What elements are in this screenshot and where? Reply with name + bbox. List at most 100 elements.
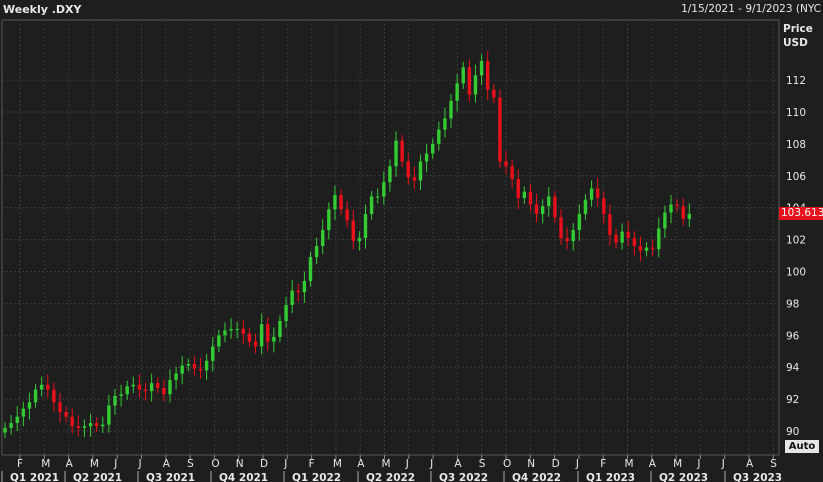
date-range[interactable]: 1/15/2021 - 9/1/2023 (NYC xyxy=(681,3,821,15)
candle-body xyxy=(657,228,661,250)
candle-body xyxy=(156,383,160,388)
chart-title: Weekly .DXY xyxy=(3,3,82,16)
candle-body xyxy=(626,231,630,239)
x-month-label: N xyxy=(527,458,535,470)
last-price-tag: 103.613 xyxy=(779,207,823,220)
chart-window: 9092949698100102104106108110112FMAMJJASO… xyxy=(0,0,823,482)
candle-body xyxy=(479,60,484,76)
candle-body xyxy=(577,214,582,231)
x-month-label: N xyxy=(236,458,244,470)
x-quarter-label: Q1 2022 xyxy=(292,472,341,482)
candle-body xyxy=(510,166,514,179)
x-quarter-label: Q1 2021 xyxy=(10,472,59,482)
candle-body xyxy=(327,209,331,231)
y-tick-label: 108 xyxy=(786,139,806,151)
candle-body xyxy=(498,97,502,162)
candle-body xyxy=(583,199,588,215)
candle-body xyxy=(565,238,569,242)
currency-axis-label: USD xyxy=(783,37,808,49)
x-month-label: J xyxy=(429,458,433,470)
candle-body xyxy=(528,191,533,205)
candle-body xyxy=(235,328,239,330)
candle-body xyxy=(553,196,557,218)
x-month-label: J xyxy=(405,458,409,470)
plot-area xyxy=(1,19,780,456)
x-quarter-label: Q2 2022 xyxy=(366,472,415,482)
x-month-label: F xyxy=(600,458,606,470)
candle-body xyxy=(247,333,252,342)
candle-body xyxy=(363,214,368,239)
y-tick-label: 102 xyxy=(786,235,806,247)
candle-body xyxy=(290,290,294,305)
candle-body xyxy=(412,177,417,181)
x-month-label: S xyxy=(479,458,486,470)
candle-body xyxy=(94,423,99,427)
x-quarter-label: Q4 2022 xyxy=(512,472,561,482)
x-month-label: S xyxy=(187,458,194,470)
x-quarter-label: Q1 2023 xyxy=(586,472,635,482)
y-tick-label: 98 xyxy=(786,298,799,310)
candle-body xyxy=(88,423,93,427)
candle-body xyxy=(296,290,300,293)
x-month-label: A xyxy=(746,458,754,470)
x-quarter-label: Q2 2023 xyxy=(659,472,708,482)
candle-body xyxy=(620,231,624,243)
candle-body xyxy=(223,330,227,336)
candle-body xyxy=(333,194,337,210)
candle-body xyxy=(687,214,692,219)
candle-body xyxy=(492,89,496,98)
candle-body xyxy=(522,191,527,199)
candle-body xyxy=(82,426,87,428)
auto-scale-button[interactable]: Auto xyxy=(785,440,819,453)
y-tick-label: 100 xyxy=(786,267,806,279)
candle-body xyxy=(15,416,19,424)
candle-body xyxy=(272,336,276,342)
candle-body xyxy=(64,411,68,417)
x-month-label: D xyxy=(260,458,268,470)
candle-body xyxy=(186,364,190,366)
candle-body xyxy=(669,204,673,213)
x-month-label: A xyxy=(649,458,657,470)
x-quarter-label: Q3 2023 xyxy=(733,472,782,482)
candle-body xyxy=(675,204,679,207)
candle-body xyxy=(406,161,410,178)
candle-body xyxy=(547,196,551,207)
x-month-label: J xyxy=(575,458,579,470)
candle-body xyxy=(266,324,270,342)
x-quarter-label: Q3 2022 xyxy=(439,472,488,482)
candle-body xyxy=(241,328,245,334)
candle-body xyxy=(33,389,38,403)
candle-body xyxy=(21,408,26,417)
candle-body xyxy=(52,389,56,403)
x-month-label: O xyxy=(503,458,511,470)
candle-body xyxy=(644,247,649,251)
x-month-label: A xyxy=(163,458,171,470)
candle-body xyxy=(602,198,606,215)
x-month-label: M xyxy=(333,458,342,470)
y-tick-label: 110 xyxy=(786,107,806,119)
candle-body xyxy=(137,384,142,390)
x-month-label: J xyxy=(721,458,725,470)
candle-body xyxy=(46,384,50,390)
chart-canvas: 9092949698100102104106108110112FMAMJJASO… xyxy=(1,19,806,482)
candle-body xyxy=(284,304,288,321)
x-month-label: J xyxy=(113,458,117,470)
x-month-label: A xyxy=(357,458,365,470)
candle-body xyxy=(559,217,563,239)
candle-body xyxy=(540,206,545,215)
candle-body xyxy=(400,140,404,162)
candle-body xyxy=(198,368,203,371)
candle-body xyxy=(143,389,148,392)
y-tick-label: 112 xyxy=(786,75,806,87)
candle-body xyxy=(204,360,209,371)
x-quarter-label: Q4 2021 xyxy=(219,472,268,482)
candle-body xyxy=(418,161,423,181)
candle-body xyxy=(192,364,197,369)
candle-body xyxy=(39,384,44,390)
y-tick-label: 94 xyxy=(786,362,800,374)
candle-body xyxy=(382,182,386,197)
candle-body xyxy=(278,320,282,337)
candle-body xyxy=(211,346,215,361)
x-month-label: J xyxy=(283,458,287,470)
candle-body xyxy=(113,395,117,406)
